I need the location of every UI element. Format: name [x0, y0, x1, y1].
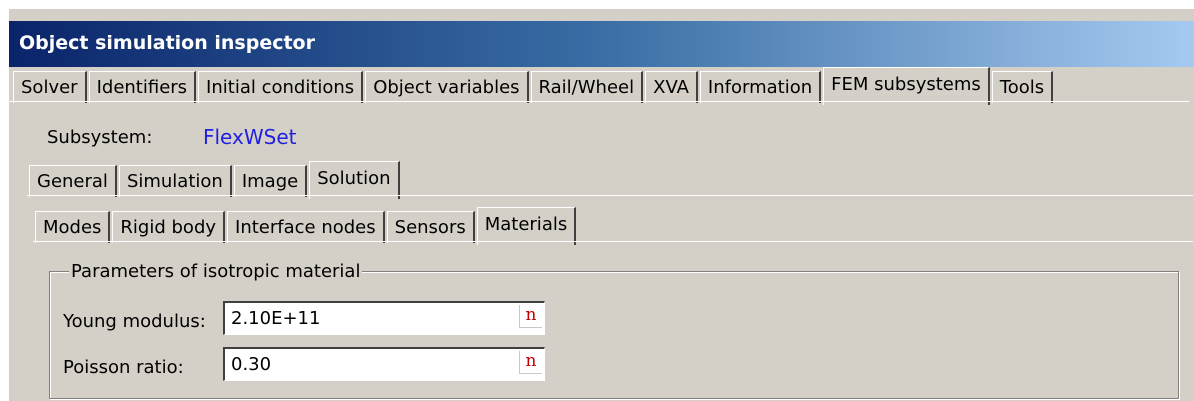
subtab-simulation[interactable]: Simulation — [118, 165, 232, 197]
solution-tab-sensors[interactable]: Sensors — [386, 211, 475, 243]
group-title: Parameters of isotropic material — [69, 261, 363, 282]
tab-object-variables[interactable]: Object variables — [365, 71, 529, 103]
tab-fem-subsystems[interactable]: FEM subsystems — [823, 67, 990, 105]
tab-xva[interactable]: XVA — [645, 71, 698, 103]
tab-tools[interactable]: Tools — [991, 71, 1054, 103]
subsystem-label: Subsystem: — [47, 127, 153, 148]
solution-tab-rigid-body[interactable]: Rigid body — [112, 211, 226, 243]
subsystem-name: FlexWSet — [203, 125, 297, 149]
subsystem-tab-row: General Simulation Image Solution — [29, 159, 402, 199]
young-modulus-value: 2.10E+11 — [231, 308, 321, 329]
subtab-image[interactable]: Image — [233, 165, 308, 197]
unit-icon[interactable]: n — [519, 305, 542, 328]
solution-tab-divider — [33, 241, 1193, 242]
inspector-window: Object simulation inspector Solver Identi… — [8, 8, 1194, 401]
title-bar[interactable]: Object simulation inspector — [9, 21, 1194, 67]
solution-tab-modes[interactable]: Modes — [35, 211, 111, 243]
solution-tab-interface-nodes[interactable]: Interface nodes — [227, 211, 385, 243]
sub-tab-divider — [27, 195, 1193, 196]
main-tab-row: Solver Identifiers Initial conditions Objec… — [13, 65, 1055, 105]
solution-tab-materials[interactable]: Materials — [476, 207, 577, 245]
solution-tab-row: Modes Rigid body Interface nodes Sensors Mat… — [35, 205, 578, 245]
young-modulus-label: Young modulus: — [63, 311, 206, 332]
tab-rail-wheel[interactable]: Rail/Wheel — [530, 71, 644, 103]
young-modulus-field[interactable]: 2.10E+11 n — [223, 301, 545, 335]
tab-identifiers[interactable]: Identifiers — [88, 71, 197, 103]
poisson-ratio-value: 0.30 — [231, 354, 272, 375]
poisson-ratio-field[interactable]: 0.30 n — [223, 347, 545, 381]
window-title: Object simulation inspector — [19, 32, 315, 54]
subtab-general[interactable]: General — [29, 165, 117, 197]
tab-initial-conditions[interactable]: Initial conditions — [198, 71, 364, 103]
tab-solver[interactable]: Solver — [13, 71, 87, 103]
unit-icon[interactable]: n — [519, 351, 542, 374]
isotropic-material-group — [49, 271, 1179, 399]
poisson-ratio-label: Poisson ratio: — [63, 357, 184, 378]
tab-information[interactable]: Information — [699, 71, 822, 103]
subtab-solution[interactable]: Solution — [309, 161, 400, 199]
main-tab-divider — [9, 101, 1189, 102]
